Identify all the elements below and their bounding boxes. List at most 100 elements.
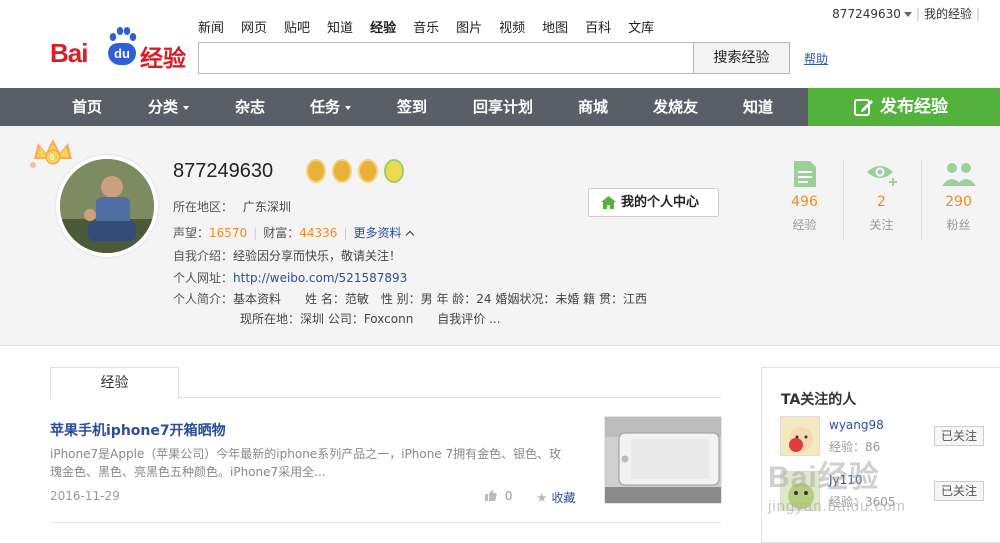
more-info-link[interactable]: 更多资料 [354,226,414,240]
honor-badges [306,159,404,183]
menu-magazine[interactable]: 杂志 [235,88,265,126]
nav-link-wenku[interactable]: 文库 [628,17,654,36]
tab-experience[interactable]: 经验 [50,367,179,399]
menu-enthusiast[interactable]: 发烧友 [653,88,698,126]
menu-zhidao[interactable]: 知道 [743,88,773,126]
separator: | [343,226,348,240]
top-header: Bai du 经验 新闻 网页 贴吧 知道 经验 音乐 图片 视频 地图 百科 … [0,0,1000,88]
chevron-down-icon[interactable] [903,12,912,17]
separator: | [915,7,920,21]
profile-panel: 6 877249630 所在地区： 广东深圳 声望：16570 | 财富：44336… [0,126,1000,346]
stat-experience[interactable]: 496 经验 [766,158,843,248]
my-experience-link[interactable]: 我的经验 [924,7,972,21]
menu-category[interactable]: 分类 [148,88,190,126]
following-title: TA关注的人 [781,392,857,408]
exp-value: 3605 [865,495,896,509]
avatar[interactable] [56,155,158,257]
stats-row: 声望：16570 | 财富：44336 | 更多资料 [173,224,414,241]
nav-link-music[interactable]: 音乐 [413,17,439,36]
iphone-photo [605,417,721,503]
nav-link-baike[interactable]: 百科 [585,17,611,36]
like-button[interactable]: 0 [485,489,512,503]
website-row: 个人网址：http://weibo.com/521587893 [173,269,407,286]
favorite-label: 收藏 [551,491,576,505]
user-name-link[interactable]: 877249630 [832,7,901,21]
followed-button[interactable]: 已关注 [934,481,984,501]
publish-label: 发布经验 [880,97,948,117]
nav-link-images[interactable]: 图片 [456,17,482,36]
menu-mall[interactable]: 商城 [578,88,608,126]
search-input[interactable] [198,42,694,74]
baidu-jingyan-logo[interactable]: Bai du 经验 [50,26,186,72]
location-row: 所在地区： 广东深圳 [173,198,291,215]
nav-link-map[interactable]: 地图 [542,17,568,36]
brief-label: 个人简介： [173,292,234,306]
profile-stats: 496 经验 2 关注 290 粉丝 [766,158,992,248]
following-item: wyang98 经验：86 已关注 [780,416,990,461]
exp-value: 86 [865,440,881,454]
menu-share-plan[interactable]: 回享计划 [473,88,533,126]
favorite-button[interactable]: ★ 收藏 [536,489,576,506]
separator: | [975,7,980,21]
edit-icon [854,99,873,116]
product-nav: 新闻 网页 贴吧 知道 经验 音乐 图片 视频 地图 百科 文库 [198,17,671,36]
menu-home[interactable]: 首页 [72,88,102,126]
following-username-link[interactable]: Jy110 [829,473,863,487]
user-menu: 877249630 | 我的经验 | [832,5,984,22]
chevron-down-icon [345,105,352,110]
search-button[interactable]: 搜索经验 [693,42,790,74]
menu-task[interactable]: 任务 [310,88,352,126]
nav-link-jingyan[interactable]: 经验 [370,17,396,36]
avatar[interactable] [780,416,820,456]
location-value: 广东深圳 [242,200,291,214]
website-link[interactable]: http://weibo.com/521587893 [233,271,407,285]
nav-link-zhidao[interactable]: 知道 [327,17,353,36]
brief-row-2: 现所在地：深圳 公司：Foxconn 自我评价 ... [240,310,501,327]
stat-fans-count: 290 [945,194,972,210]
article-date: 2016-11-29 [50,489,120,503]
menu-checkin[interactable]: 签到 [397,88,427,126]
brief-line-2: 现所在地：深圳 公司：Foxconn 自我评价 ... [240,312,501,326]
stat-following[interactable]: 2 关注 [843,158,920,248]
medal-badge-icon[interactable] [358,159,378,183]
nav-link-tieba[interactable]: 贴吧 [284,17,310,36]
cartoon-avatar [781,417,819,455]
publish-experience-button[interactable]: 发布经验 [808,88,1000,126]
stat-experience-count: 496 [791,194,818,210]
followed-button[interactable]: 已关注 [934,426,984,446]
medal-badge-icon[interactable] [306,159,326,183]
article-thumbnail[interactable] [604,416,722,504]
nav-link-news[interactable]: 新闻 [198,17,224,36]
intro-value: 经验因分享而快乐，敬请关注！ [233,249,402,263]
nav-link-web[interactable]: 网页 [241,17,267,36]
level-number: 6 [50,153,55,162]
following-item: Jy110 经验：3605 已关注 [780,471,990,516]
chevron-up-icon [405,230,414,240]
content-tabs: 经验 [50,367,721,399]
like-count: 0 [504,489,513,503]
following-username-link[interactable]: wyang98 [829,418,884,432]
medal-badge-icon[interactable] [384,159,404,183]
nav-link-video[interactable]: 视频 [499,17,525,36]
stat-fans[interactable]: 290 粉丝 [920,158,997,248]
stat-fans-label: 粉丝 [946,218,971,232]
profile-username: 877249630 [173,160,274,182]
medal-badge-icon[interactable] [332,159,352,183]
stat-experience-label: 经验 [792,218,817,232]
my-personal-center-button[interactable]: 我的个人中心 [588,188,719,217]
following-experience: 经验：86 [829,438,880,455]
exp-label: 经验： [829,495,866,509]
brief-row: 个人简介：基本资料 姓 名：范敏 性 别：男 年 龄：24 婚姻状况：未婚 籍 … [173,290,647,307]
website-label: 个人网址： [173,271,234,285]
menu-category-label: 分类 [148,98,179,116]
article-title-link[interactable]: 苹果手机iphone7开箱晒物 [50,420,226,440]
article-divider [50,522,721,523]
avatar[interactable] [780,471,820,511]
eye-plus-icon [866,166,897,186]
users-icon [941,163,976,186]
avatar-photo [60,159,154,253]
chevron-down-icon [183,105,190,110]
exp-label: 经验： [829,440,866,454]
menu-task-label: 任务 [310,98,341,116]
help-link[interactable]: 帮助 [804,50,828,67]
